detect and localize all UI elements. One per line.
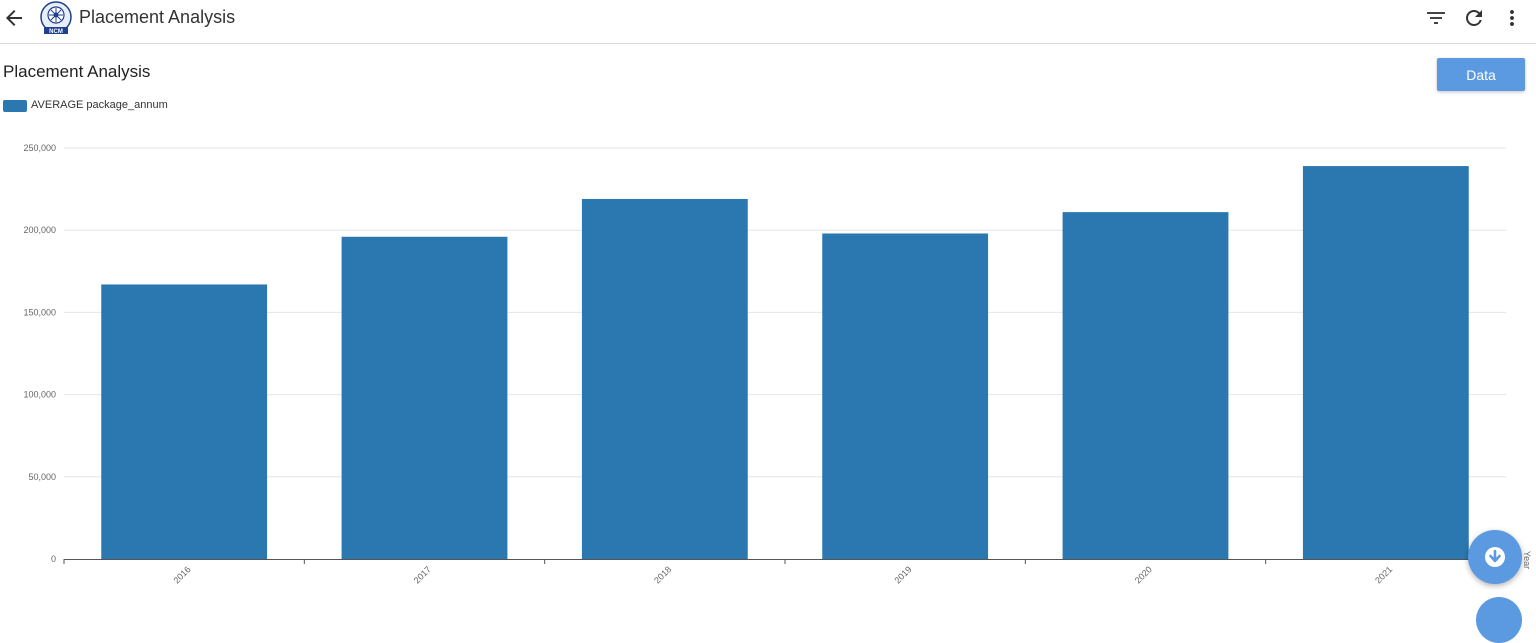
bar bbox=[581, 198, 748, 560]
bar bbox=[1302, 166, 1469, 560]
y-tick-label: 0 bbox=[51, 554, 56, 564]
download-icon bbox=[1485, 547, 1505, 567]
x-tick-label: 2021 bbox=[1373, 564, 1394, 585]
y-tick-label: 200,000 bbox=[23, 225, 56, 235]
x-tick-label: 2017 bbox=[412, 564, 433, 585]
x-tick-label: 2016 bbox=[171, 564, 192, 585]
x-tick-label: 2020 bbox=[1133, 564, 1154, 585]
bar bbox=[341, 236, 508, 559]
bar bbox=[101, 284, 268, 559]
x-tick-label: 2019 bbox=[892, 564, 913, 585]
download-button[interactable] bbox=[1468, 530, 1522, 584]
bar-chart: 0 50,000 100,000 150,000 200,000 250,000 2016 2… bbox=[23, 143, 1532, 585]
y-tick-label: 100,000 bbox=[23, 390, 56, 400]
bar bbox=[1062, 212, 1229, 559]
y-tick-label: 50,000 bbox=[28, 472, 56, 482]
y-tick-label: 150,000 bbox=[23, 307, 56, 317]
x-tick-label: 2018 bbox=[652, 564, 673, 585]
x-axis-label: Year bbox=[1522, 551, 1532, 569]
y-tick-label: 250,000 bbox=[23, 143, 56, 153]
secondary-fab[interactable] bbox=[1476, 597, 1522, 643]
bar bbox=[822, 233, 989, 559]
